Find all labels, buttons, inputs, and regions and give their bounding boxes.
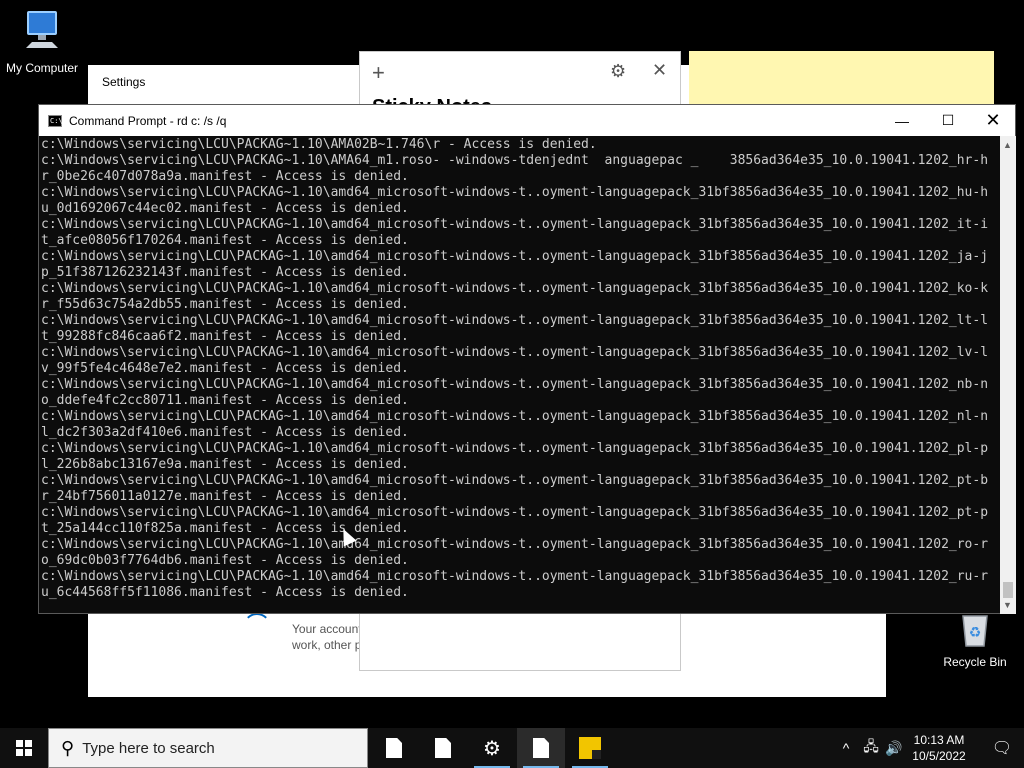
windows-logo-icon bbox=[16, 740, 32, 756]
console-line: u_0d1692067c44ec02.manifest - Access is … bbox=[41, 201, 409, 216]
console-line: c:\Windows\servicing\LCU\PACKAG~1.10\amd… bbox=[41, 409, 989, 424]
console-line: c:\Windows\servicing\LCU\PACKAG~1.10\amd… bbox=[41, 441, 989, 456]
console-line: c:\Windows\servicing\LCU\PACKAG~1.10\AMA… bbox=[41, 153, 989, 168]
console-line: v_99f5fe4c4648e7e2.manifest - Access is … bbox=[41, 361, 409, 376]
console-line: c:\Windows\servicing\LCU\PACKAG~1.10\amd… bbox=[41, 345, 989, 360]
vertical-scrollbar[interactable]: ▲ ▼ bbox=[1000, 136, 1016, 614]
yellow-sticky-note[interactable] bbox=[689, 51, 994, 111]
taskbar-app-settings[interactable]: ⚙ bbox=[468, 728, 516, 768]
cmd-window-title: Command Prompt - rd c: /s /q bbox=[69, 113, 227, 128]
taskbar-clock[interactable]: 10:13 AM 10/5/2022 bbox=[905, 732, 973, 764]
scrollbar-thumb[interactable] bbox=[1003, 582, 1013, 598]
volume-icon[interactable]: 🔊 bbox=[884, 728, 904, 768]
taskbar-search-box[interactable]: ⚲ bbox=[48, 728, 368, 768]
console-line: c:\Windows\servicing\LCU\PACKAG~1.10\amd… bbox=[41, 217, 989, 232]
search-icon: ⚲ bbox=[61, 737, 75, 758]
close-button[interactable]: ✕ bbox=[970, 105, 1016, 136]
my-computer-desktop-icon[interactable]: My Computer bbox=[0, 8, 84, 75]
console-line: r_0be26c407d078a9a.manifest - Access is … bbox=[41, 169, 409, 184]
scroll-down-arrow-icon[interactable]: ▼ bbox=[1003, 600, 1012, 610]
minimize-button[interactable]: — bbox=[879, 105, 925, 136]
search-input[interactable] bbox=[82, 739, 353, 757]
console-line: c:\Windows\servicing\LCU\PACKAG~1.10\amd… bbox=[41, 569, 989, 584]
taskbar-app-notepad-3[interactable] bbox=[517, 728, 565, 768]
recycle-bin-desktop-icon[interactable]: ♻ Recycle Bin bbox=[933, 610, 1017, 669]
settings-window-title: Settings bbox=[102, 75, 146, 89]
console-line: c:\Windows\servicing\LCU\PACKAG~1.10\amd… bbox=[41, 473, 989, 488]
loading-spinner-icon bbox=[243, 613, 271, 641]
console-line: c:\Windows\servicing\LCU\PACKAG~1.10\AMA… bbox=[41, 137, 597, 152]
recycle-bin-label: Recycle Bin bbox=[943, 655, 1007, 669]
cmd-titlebar[interactable]: C:\ Command Prompt - rd c: /s /q — ☐ ✕ bbox=[39, 105, 1015, 136]
taskbar: ⚲ ⚙ ^ 🖧 🔊 10:13 AM 10/5/2022 🗨 bbox=[0, 728, 1024, 768]
my-computer-label: My Computer bbox=[5, 61, 79, 75]
network-icon[interactable]: 🖧 bbox=[860, 728, 882, 768]
document-icon bbox=[533, 738, 549, 758]
taskbar-app-notepad-2[interactable] bbox=[419, 728, 467, 768]
console-line: t_99288fc846caa6f2.manifest - Access is … bbox=[41, 329, 409, 344]
console-line: u_6c44568ff5f11086.manifest - Access is … bbox=[41, 585, 409, 600]
recycle-bin-icon: ♻ bbox=[962, 615, 988, 647]
console-line: o_ddefe4fc2cc80711.manifest - Access is … bbox=[41, 393, 409, 408]
show-hidden-icons-chevron-icon[interactable]: ^ bbox=[836, 728, 856, 768]
start-button[interactable] bbox=[0, 728, 48, 768]
console-line: t_25a144cc110f825a.manifest - Access is … bbox=[41, 521, 409, 536]
command-prompt-window[interactable]: C:\ Command Prompt - rd c: /s /q — ☐ ✕ c… bbox=[38, 104, 1016, 614]
console-output[interactable]: c:\Windows\servicing\LCU\PACKAG~1.10\AMA… bbox=[39, 136, 999, 614]
console-line: r_f55d63c754a2db55.manifest - Access is … bbox=[41, 297, 409, 312]
svg-text:♻: ♻ bbox=[969, 625, 982, 641]
gear-icon[interactable]: ⚙ bbox=[610, 61, 626, 82]
computer-icon bbox=[26, 11, 58, 48]
console-line: p_51f387126232143f.manifest - Access is … bbox=[41, 265, 409, 280]
console-line: t_afce08056f170264.manifest - Access is … bbox=[41, 233, 409, 248]
taskbar-app-sticky-notes[interactable] bbox=[566, 728, 614, 768]
gear-icon: ⚙ bbox=[483, 737, 501, 760]
plus-icon[interactable]: + bbox=[372, 60, 385, 86]
close-icon[interactable]: ✕ bbox=[652, 60, 667, 81]
console-line: c:\Windows\servicing\LCU\PACKAG~1.10\amd… bbox=[41, 313, 989, 328]
console-line: c:\Windows\servicing\LCU\PACKAG~1.10\amd… bbox=[41, 505, 989, 520]
console-line: o_69dc0b03f7764db6.manifest - Access is … bbox=[41, 553, 409, 568]
console-line: c:\Windows\servicing\LCU\PACKAG~1.10\amd… bbox=[41, 377, 989, 392]
clock-time: 10:13 AM bbox=[913, 733, 965, 747]
maximize-button[interactable]: ☐ bbox=[925, 105, 971, 136]
document-icon bbox=[435, 738, 451, 758]
console-line: c:\Windows\servicing\LCU\PACKAG~1.10\amd… bbox=[41, 281, 989, 296]
console-line: c:\Windows\servicing\LCU\PACKAG~1.10\amd… bbox=[41, 185, 989, 200]
console-line: r_24bf756011a0127e.manifest - Access is … bbox=[41, 489, 409, 504]
document-icon bbox=[386, 738, 402, 758]
cmd-app-icon: C:\ bbox=[48, 114, 63, 127]
console-line: c:\Windows\servicing\LCU\PACKAG~1.10\amd… bbox=[41, 537, 989, 552]
scroll-up-arrow-icon[interactable]: ▲ bbox=[1003, 140, 1012, 150]
sticky-notes-icon bbox=[579, 737, 601, 759]
notification-icon[interactable]: 🗨 bbox=[980, 728, 1024, 768]
console-line: l_226b8abc13167e9a.manifest - Access is … bbox=[41, 457, 409, 472]
console-line: l_dc2f303a2df410e6.manifest - Access is … bbox=[41, 425, 409, 440]
taskbar-app-notepad-1[interactable] bbox=[370, 728, 418, 768]
console-line: c:\Windows\servicing\LCU\PACKAG~1.10\amd… bbox=[41, 249, 989, 264]
clock-date: 10/5/2022 bbox=[912, 749, 966, 763]
